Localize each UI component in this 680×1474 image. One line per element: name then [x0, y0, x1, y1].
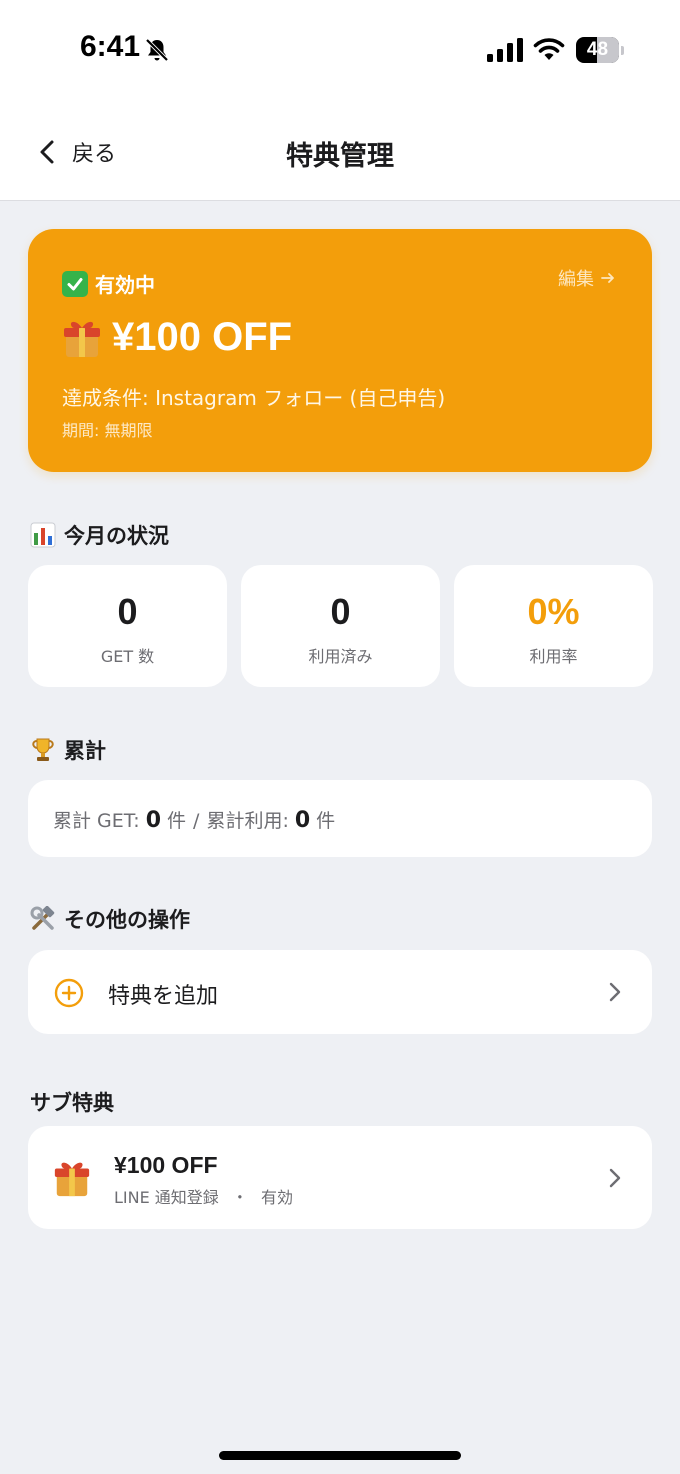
active-benefit-card: 有効中 編集 ¥100 OFF 達成条件: Instagram フォロー (自己… [28, 229, 652, 472]
page-title: 特典管理 [286, 141, 394, 172]
status-bar: 6:41 48 [0, 0, 680, 100]
edit-label: 編集 [558, 269, 594, 290]
other-actions-heading: その他の操作 [30, 904, 190, 934]
hammer-wrench-icon [30, 906, 55, 930]
add-benefit-button[interactable]: 特典を追加 [28, 950, 652, 1034]
total-use-label: 累計利用: [206, 810, 289, 832]
gift-icon [64, 321, 100, 357]
chevron-right-icon [609, 982, 621, 1002]
battery-level: 48 [586, 39, 609, 60]
edit-button[interactable]: 編集 [558, 265, 616, 291]
sub-benefit-title: ¥100 OFF [114, 1152, 218, 1178]
total-use-unit: 件 [316, 810, 336, 832]
chevron-right-icon [609, 1168, 621, 1188]
bell-slash-icon [145, 38, 169, 62]
cellular-signal-icon [487, 38, 523, 62]
status-time: 6:41 [80, 30, 141, 63]
bar-chart-icon [30, 522, 56, 548]
add-benefit-label: 特典を追加 [108, 984, 219, 1009]
stat-card-usage-rate: 0% 利用率 [454, 565, 653, 687]
wifi-icon [533, 38, 565, 60]
benefit-period: 期間: 無期限 [62, 421, 153, 440]
achievement-condition: 達成条件: Instagram フォロー (自己申告) [62, 386, 446, 410]
sub-benefit-condition: LINE 通知登録 [114, 1188, 219, 1207]
trophy-icon [32, 738, 54, 761]
status-badge: 有効中 [62, 269, 155, 298]
stat-card-get-count: 0 GET 数 [28, 565, 227, 687]
sub-benefits-title: サブ特典 [30, 1091, 114, 1115]
plus-circle-icon [54, 978, 84, 1008]
sub-benefit-separator: ・ [231, 1188, 248, 1207]
benefit-title: ¥100 OFF [112, 315, 293, 359]
totals-separator: / [193, 810, 200, 832]
sub-benefit-status: 有効 [261, 1188, 294, 1207]
battery-icon: 48 [576, 37, 624, 63]
home-indicator [219, 1451, 461, 1460]
total-use-count: 0 [294, 808, 311, 833]
stat-value: 0 [330, 591, 351, 632]
stat-label: 利用率 [529, 647, 578, 666]
total-get-label: 累計 GET: [53, 810, 140, 832]
arrow-right-icon [601, 273, 614, 283]
totals-heading: 累計 [30, 735, 106, 765]
stat-card-used: 0 利用済み [241, 565, 440, 687]
sub-benefit-meta: LINE 通知登録 ・ 有効 [114, 1184, 293, 1208]
sub-benefit-item[interactable]: ¥100 OFF LINE 通知登録 ・ 有効 [28, 1126, 652, 1229]
status-label: 有効中 [95, 273, 155, 297]
sub-benefits-heading: サブ特典 [30, 1087, 114, 1117]
nav-bar: 戻る 特典管理 [0, 100, 680, 201]
check-box-icon [62, 270, 88, 297]
total-get-unit: 件 [167, 810, 187, 832]
other-actions-title: その他の操作 [64, 908, 190, 932]
totals-card: 累計 GET: 0 件 / 累計利用: 0 件 [28, 780, 652, 857]
totals-summary: 累計 GET: 0 件 / 累計利用: 0 件 [53, 806, 335, 833]
totals-title: 累計 [64, 739, 106, 763]
monthly-status-title: 今月の状況 [64, 524, 169, 548]
stat-value: 0% [527, 591, 580, 632]
stat-label: GET 数 [100, 647, 155, 666]
stat-value: 0 [117, 591, 138, 632]
monthly-status-heading: 今月の状況 [30, 520, 169, 550]
gift-icon [54, 1162, 90, 1197]
stat-label: 利用済み [308, 647, 373, 666]
total-get-count: 0 [145, 808, 162, 833]
